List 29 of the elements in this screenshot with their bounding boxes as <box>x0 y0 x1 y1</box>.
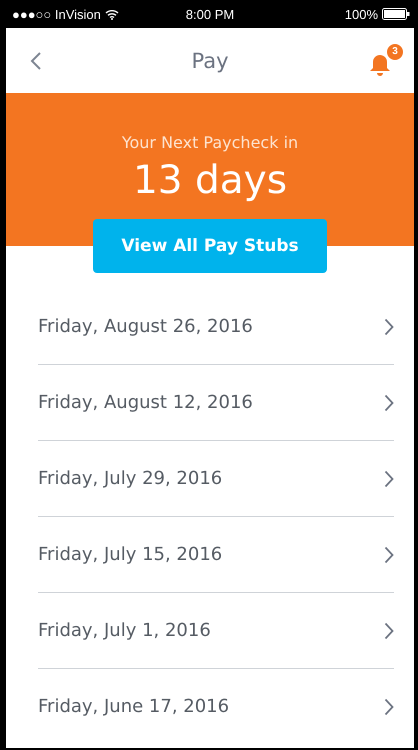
carrier-text: ●●●○○ InVision <box>12 6 101 22</box>
back-button[interactable] <box>30 50 42 70</box>
pay-date-label: Friday, August 26, 2016 <box>38 316 253 337</box>
days-until-paycheck: 13 days <box>132 158 288 203</box>
pay-date-item[interactable]: Friday, August 12, 2016 <box>38 365 394 441</box>
chevron-right-icon <box>384 470 394 488</box>
wifi-icon <box>104 8 119 20</box>
chevron-right-icon <box>384 698 394 716</box>
page-title: Pay <box>191 48 229 72</box>
pay-date-label: Friday, June 17, 2016 <box>38 696 230 717</box>
pay-date-item[interactable]: Friday, July 1, 2016 <box>38 593 394 669</box>
time-text: 8:00 PM <box>186 6 234 22</box>
chevron-right-icon <box>384 546 394 564</box>
paycheck-subtitle: Your Next Paycheck in <box>122 133 298 152</box>
pay-date-item[interactable]: Friday, July 29, 2016 <box>38 441 394 517</box>
pay-date-label: Friday, July 1, 2016 <box>38 620 211 641</box>
chevron-right-icon <box>384 622 394 640</box>
pay-date-label: Friday, July 15, 2016 <box>38 544 222 565</box>
notification-badge: 3 <box>386 42 404 60</box>
chevron-left-icon <box>30 50 42 70</box>
pay-date-item[interactable]: Friday, August 26, 2016 <box>38 289 394 365</box>
pay-date-item[interactable]: Friday, July 15, 2016 <box>38 517 394 593</box>
chevron-right-icon <box>384 394 394 412</box>
chevron-right-icon <box>384 318 394 336</box>
battery-text: 100% <box>344 6 378 22</box>
pay-date-label: Friday, July 29, 2016 <box>38 468 222 489</box>
pay-date-label: Friday, August 12, 2016 <box>38 392 253 413</box>
battery-icon <box>382 8 410 20</box>
pay-date-item[interactable]: Friday, June 17, 2016 <box>38 669 394 744</box>
